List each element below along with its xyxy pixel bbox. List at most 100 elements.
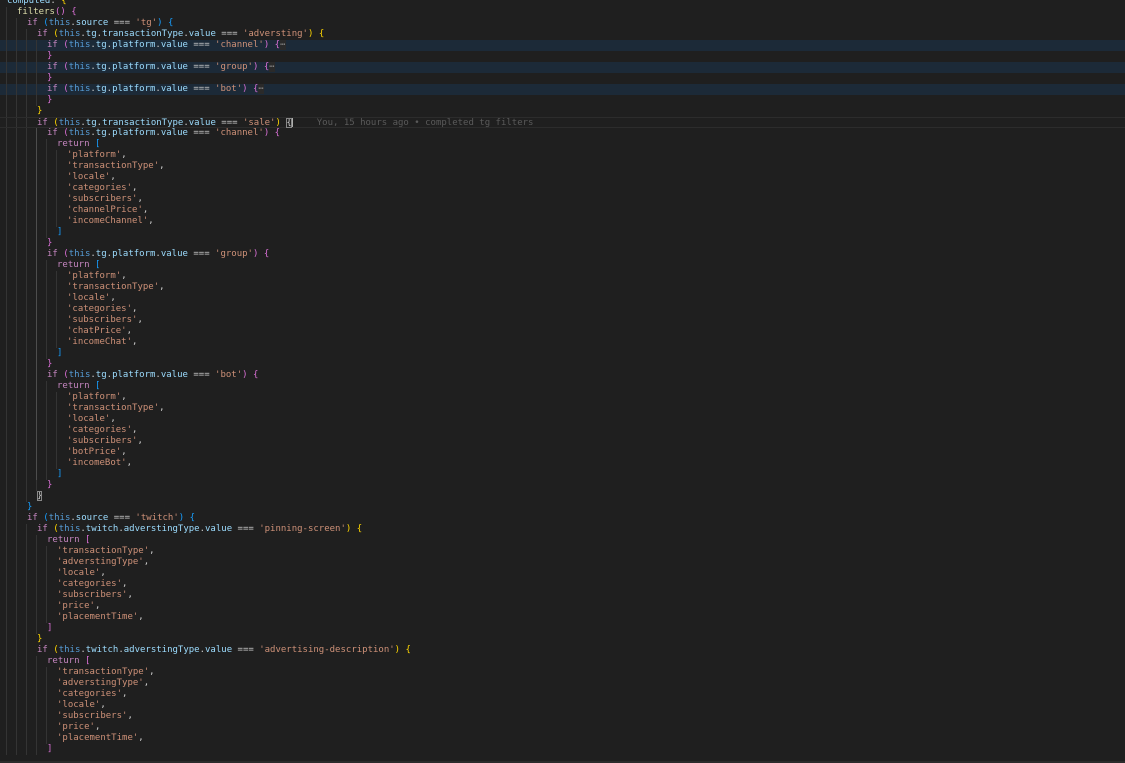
indent-guide [16,18,17,29]
indent-guide [26,293,27,304]
code-line[interactable]: 'adverstingType', [0,678,1125,689]
indent-guide [26,711,27,722]
code-line[interactable]: return [ [0,139,1125,150]
code-line[interactable]: if (this.twitch.adverstingType.value ===… [0,645,1125,656]
folded-region-ellipsis[interactable]: ⋯ [280,40,286,50]
code-line[interactable]: if (this.tg.platform.value === 'bot') { [0,370,1125,381]
code-line[interactable]: if (this.source === 'twitch') { [0,513,1125,524]
folded-region-ellipsis[interactable]: ⋯ [258,84,264,94]
code-line[interactable]: 'platform', [0,392,1125,403]
code-line[interactable]: 'subscribers', [0,590,1125,601]
code-line[interactable]: 'transactionType', [0,161,1125,172]
code-line[interactable]: 'locale', [0,414,1125,425]
code-line[interactable]: 'platform', [0,271,1125,282]
code-line[interactable]: 'incomeBot', [0,458,1125,469]
code-line[interactable]: } [0,502,1125,513]
code-line[interactable]: 'categories', [0,579,1125,590]
code-line[interactable]: return [ [0,260,1125,271]
code-line[interactable]: if (this.tg.platform.value === 'channel'… [0,40,1125,51]
indent-guide [56,183,57,194]
code-line[interactable]: 'price', [0,601,1125,612]
code-token: { [61,0,67,6]
code-line[interactable]: 'adverstingType', [0,557,1125,568]
code-editor[interactable]: computed: {filters() {if (this.source ==… [0,0,1125,763]
code-line[interactable]: 'locale', [0,293,1125,304]
code-line[interactable]: 'categories', [0,689,1125,700]
code-line[interactable]: 'categories', [0,425,1125,436]
code-line[interactable]: if (this.twitch.adverstingType.value ===… [0,524,1125,535]
code-token: computed [7,0,51,6]
code-line[interactable]: return [ [0,535,1125,546]
code-line[interactable]: } [0,480,1125,491]
code-token: tg [95,128,107,138]
code-line[interactable]: } [0,106,1125,117]
code-line[interactable]: if (this.tg.platform.value === 'channel'… [0,128,1125,139]
code-token: 'platform' [67,150,122,160]
code-line[interactable]: } [0,634,1125,645]
code-line[interactable]: filters() { [0,7,1125,18]
code-line[interactable]: computed: { [0,0,1125,7]
code-line[interactable]: 'transactionType', [0,667,1125,678]
indent-guide [36,238,37,249]
indent-guide [6,535,7,546]
code-line[interactable]: } [0,491,1125,502]
code-line[interactable]: 'transactionType', [0,403,1125,414]
code-line[interactable]: 'platform', [0,150,1125,161]
code-line[interactable]: 'incomeChat', [0,337,1125,348]
code-line[interactable]: 'categories', [0,183,1125,194]
code-line[interactable]: 'locale', [0,700,1125,711]
code-line[interactable]: return [ [0,656,1125,667]
code-line[interactable]: } [0,359,1125,370]
code-token: 'channel' [215,40,264,50]
code-line[interactable]: 'price', [0,722,1125,733]
code-line[interactable]: 'transactionType', [0,546,1125,557]
code-line[interactable]: if (this.tg.platform.value === 'group') … [0,62,1125,73]
code-line[interactable]: 'subscribers', [0,436,1125,447]
code-token: if [27,513,38,523]
code-line[interactable]: 'placementTime', [0,612,1125,623]
code-line[interactable]: return [ [0,381,1125,392]
code-token: if [37,118,48,128]
code-token: , [159,403,165,413]
code-line[interactable]: 'subscribers', [0,194,1125,205]
code-line[interactable]: if (this.tg.platform.value === 'bot') {⋯ [0,84,1125,95]
code-line[interactable]: } [0,73,1125,84]
code-line[interactable]: 'botPrice', [0,447,1125,458]
indent-guide [36,205,37,216]
code-token: , [94,722,101,732]
indent-guide [36,348,37,359]
code-line[interactable]: if (this.source === 'tg') { [0,18,1125,29]
code-line[interactable]: ] [0,623,1125,634]
indent-guide [46,271,47,282]
code-line[interactable]: ] [0,348,1125,359]
code-token: adverstingType [123,524,200,534]
code-line[interactable]: 'categories', [0,304,1125,315]
code-line[interactable]: ] [0,469,1125,480]
code-line[interactable]: 'locale', [0,172,1125,183]
indent-guide [56,414,57,425]
code-line[interactable]: if (this.tg.transactionType.value === 'a… [0,29,1125,40]
indent-guide [6,205,7,216]
code-lines[interactable]: computed: {filters() {if (this.source ==… [0,0,1125,755]
code-line[interactable]: } [0,51,1125,62]
code-line[interactable]: 'channelPrice', [0,205,1125,216]
code-line[interactable]: if (this.tg.transactionType.value === 's… [0,117,1125,128]
code-line[interactable]: 'locale', [0,568,1125,579]
code-line[interactable]: 'subscribers', [0,315,1125,326]
indent-guide [46,139,47,150]
code-line[interactable]: } [0,95,1125,106]
code-line[interactable]: 'chatPrice', [0,326,1125,337]
folded-region-ellipsis[interactable]: ⋯ [269,62,275,72]
code-line[interactable]: ] [0,227,1125,238]
indent-guide [6,238,7,249]
code-line[interactable]: 'incomeChannel', [0,216,1125,227]
indent-guide [16,260,17,271]
indent-guide [16,436,17,447]
code-line[interactable]: if (this.tg.platform.value === 'group') … [0,249,1125,260]
code-line[interactable]: ] [0,744,1125,755]
code-line[interactable]: 'placementTime', [0,733,1125,744]
code-line[interactable]: 'transactionType', [0,282,1125,293]
code-line[interactable]: 'subscribers', [0,711,1125,722]
indent-guide [46,436,47,447]
code-line[interactable]: } [0,238,1125,249]
